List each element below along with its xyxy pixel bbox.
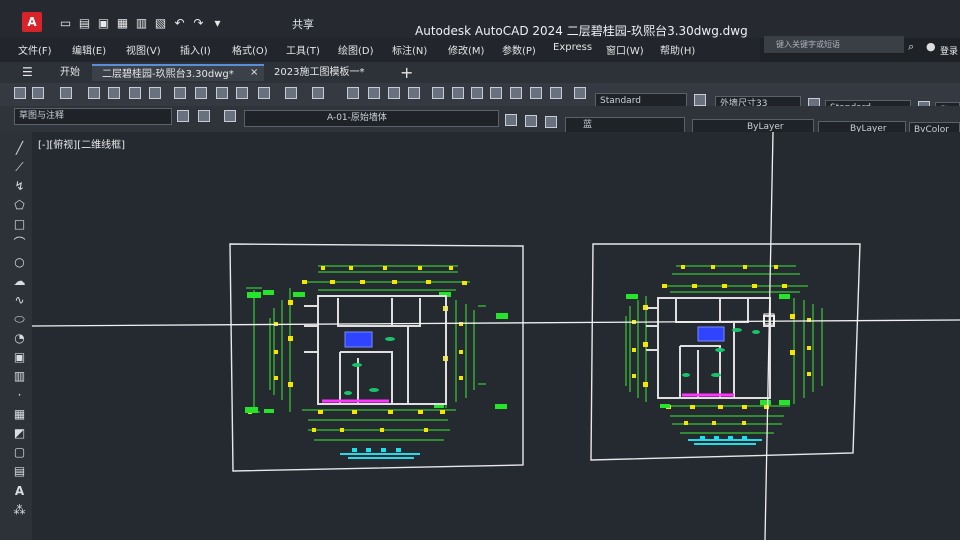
- right-floor-plan: [625, 265, 823, 445]
- right-plan-frame: [590, 243, 861, 461]
- left-floor-plan: [245, 265, 508, 459]
- crosshair-cursor: [31, 131, 960, 540]
- drawing-canvas[interactable]: [0, 0, 960, 540]
- autocad-window: A ▭ ▤ ▣ ▦ ▥ ▧ ↶ ↷ ▾ 共享 Autodesk AutoCAD …: [0, 0, 960, 540]
